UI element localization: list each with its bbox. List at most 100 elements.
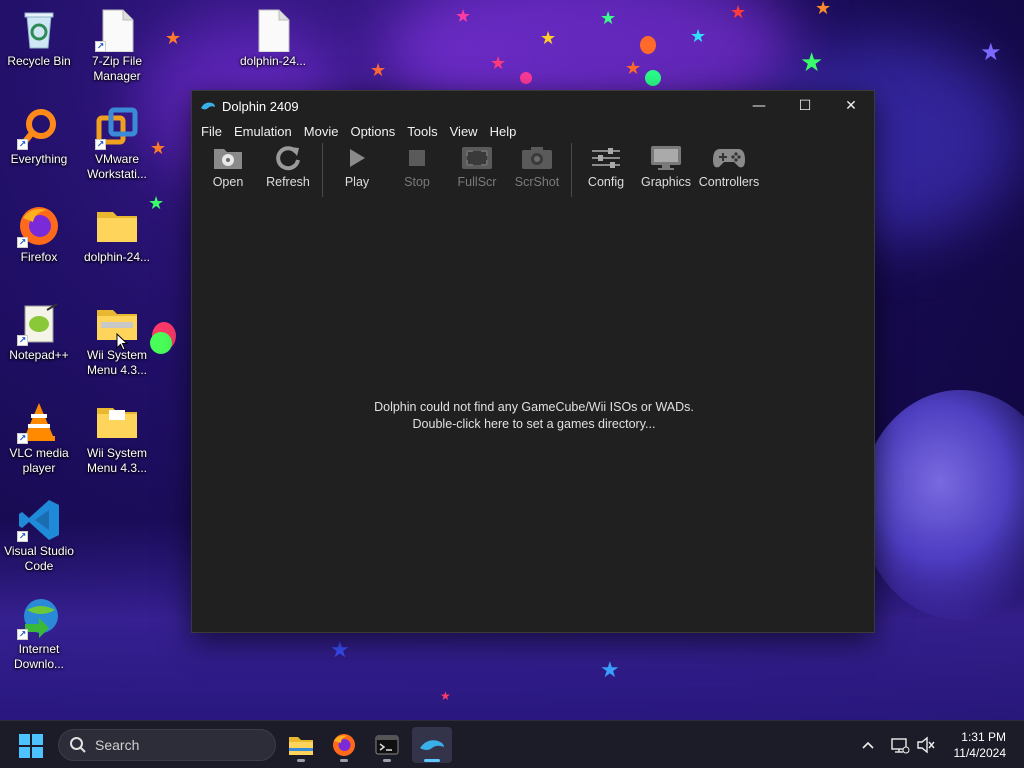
search-placeholder: Search [95,737,140,753]
empty-message-line2: Double-click here to set a games directo… [412,417,656,431]
menu-help[interactable]: Help [484,124,523,139]
firefox-icon [333,734,355,756]
taskbar-search[interactable]: Search [58,729,276,761]
taskbar: Search 1:31 PM 11/4/2024 [0,720,1024,768]
file-icon: ↗ [95,8,139,53]
notepad-plus-plus-icon: ↗ [17,302,61,346]
internet-download-manager-icon: ↗ [17,596,61,640]
shortcut-arrow-icon: ↗ [95,139,106,150]
toolbar-separator [571,143,572,197]
fullscreen-button[interactable]: FullScr [447,143,507,195]
controllers-button[interactable]: Controllers [696,143,762,195]
desktop-icon-idm[interactable]: ↗ Internet Downlo... [0,596,78,672]
folder-icon [95,400,139,444]
menu-movie[interactable]: Movie [298,124,345,139]
game-list-empty-message[interactable]: Dolphin could not find any GameCube/Wii … [192,399,876,433]
config-button[interactable]: Config [576,143,636,195]
refresh-icon [270,143,306,173]
minimize-button[interactable]: — [736,91,782,121]
chevron-up-icon[interactable] [858,735,878,755]
vmware-icon: ↗ [95,106,139,150]
graphics-button[interactable]: Graphics [636,143,696,195]
sliders-icon [588,143,624,173]
monitor-icon [648,143,684,173]
folder-icon [95,204,139,248]
toolbar: Open Refresh Play Stop FullScr ScrShot C… [192,141,874,197]
taskbar-clock[interactable]: 1:31 PM 11/4/2024 [954,729,1007,761]
screenshot-button[interactable]: ScrShot [507,143,567,195]
shortcut-arrow-icon: ↗ [17,335,28,346]
camera-icon [519,143,555,173]
start-button[interactable] [18,733,44,759]
window-title: Dolphin 2409 [222,98,299,114]
active-indicator [424,759,440,762]
search-icon: ↗ [17,106,61,150]
gamepad-icon [711,143,747,173]
open-button[interactable]: Open [198,143,258,195]
taskbar-firefox[interactable] [324,727,364,763]
desktop-icon-notepadpp[interactable]: ↗ Notepad++ [0,302,78,363]
shortcut-arrow-icon: ↗ [17,629,28,640]
file-explorer-icon [289,737,313,755]
search-icon [70,737,86,753]
dolphin-icon [420,740,444,750]
clock-time: 1:31 PM [961,730,1006,744]
desktop-icon-recycle-bin[interactable]: Recycle Bin [0,8,78,69]
empty-message-line1: Dolphin could not find any GameCube/Wii … [374,400,694,414]
running-indicator [383,759,391,762]
minimize-icon: — [752,98,766,114]
menu-bar: File Emulation Movie Options Tools View … [192,121,874,141]
desktop-icon-wii-folder[interactable]: Wii System Menu 4.3... [78,400,156,476]
open-icon [210,143,246,173]
desktop-icon-7zip[interactable]: ↗ 7-Zip File Manager [78,8,156,84]
shortcut-arrow-icon: ↗ [17,237,28,248]
dolphin-window: Dolphin 2409 — ☐ ✕ File Emulation Movie … [191,90,875,633]
desktop-icon-dolphin-file[interactable]: dolphin-24... [234,8,312,69]
firefox-icon: ↗ [17,204,61,248]
shortcut-arrow-icon: ↗ [17,139,28,150]
desktop-icon-vlc[interactable]: ↗ VLC media player [0,400,78,476]
desktop-icon-firefox[interactable]: ↗ Firefox [0,204,78,265]
fullscreen-icon [459,143,495,173]
window-titlebar[interactable]: Dolphin 2409 — ☐ ✕ [192,91,874,121]
desktop-icon-vmware[interactable]: ↗ VMware Workstati... [78,106,156,182]
taskbar-file-explorer[interactable] [281,727,321,763]
desktop-icon-vscode[interactable]: ↗ Visual Studio Code [0,498,78,574]
maximize-button[interactable]: ☐ [782,91,828,121]
file-icon [251,8,295,53]
clock-date: 11/4/2024 [953,746,1007,760]
maximize-icon: ☐ [798,98,812,114]
taskbar-dolphin[interactable] [412,727,452,763]
recycle-bin-icon [17,8,61,52]
desktop-icon-dolphin-folder[interactable]: dolphin-24... [78,204,156,265]
volume-muted-icon[interactable] [916,735,936,755]
menu-options[interactable]: Options [344,124,401,139]
shortcut-arrow-icon: ↗ [95,41,106,52]
stop-button[interactable]: Stop [387,143,447,195]
shortcut-arrow-icon: ↗ [17,531,28,542]
menu-view[interactable]: View [444,124,484,139]
close-button[interactable]: ✕ [828,91,874,121]
play-icon [339,143,375,173]
terminal-icon [375,735,399,755]
windows-icon [19,734,43,758]
dolphin-icon [201,102,215,110]
toolbar-separator [322,143,323,197]
menu-tools[interactable]: Tools [401,124,443,139]
vscode-icon: ↗ [17,498,61,542]
vlc-icon: ↗ [17,400,61,444]
desktop-icon-everything[interactable]: ↗ Everything [0,106,78,167]
menu-file[interactable]: File [195,124,228,139]
refresh-button[interactable]: Refresh [258,143,318,195]
running-indicator [340,759,348,762]
taskbar-terminal[interactable] [367,727,407,763]
play-button[interactable]: Play [327,143,387,195]
shortcut-arrow-icon: ↗ [17,433,28,444]
mouse-cursor-icon [116,333,128,351]
system-tray [858,721,936,768]
running-indicator [297,759,305,762]
network-icon[interactable] [890,735,910,755]
menu-emulation[interactable]: Emulation [228,124,298,139]
stop-icon [399,143,435,173]
close-icon: ✕ [845,98,857,114]
